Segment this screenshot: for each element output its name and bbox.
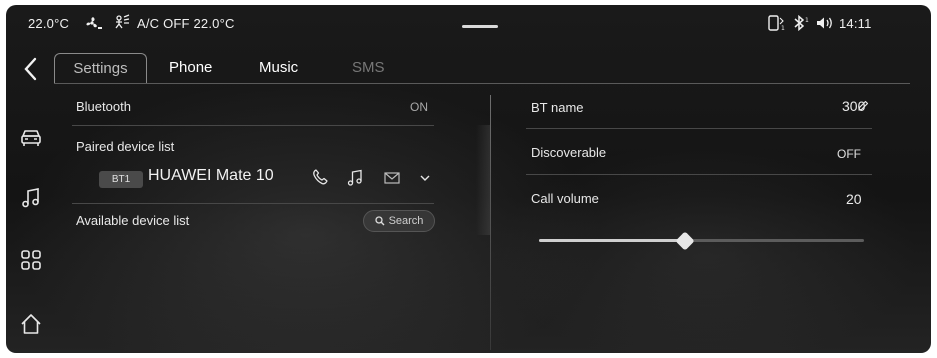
divider xyxy=(526,174,872,175)
call-volume-slider[interactable] xyxy=(539,231,864,251)
chevron-left-icon xyxy=(24,57,37,81)
bt-name-label: BT name xyxy=(531,100,584,115)
bluetooth-icon: 1 xyxy=(794,15,809,31)
tab-music[interactable]: Music xyxy=(259,53,298,83)
bluetooth-toggle[interactable]: ON xyxy=(410,100,428,114)
tab-divider xyxy=(54,83,910,84)
divider xyxy=(72,203,434,204)
search-label: Search xyxy=(388,215,424,227)
bluetooth-label: Bluetooth xyxy=(76,99,131,114)
message-icon[interactable] xyxy=(384,172,400,184)
divider xyxy=(72,125,434,126)
phone-signal-icon: 1 xyxy=(768,15,785,31)
cabin-temperature[interactable]: 22.0°C xyxy=(28,16,69,31)
divider xyxy=(526,128,872,129)
call-volume-value: 20 xyxy=(846,191,862,207)
tab-phone[interactable]: Phone xyxy=(169,53,212,83)
pull-down-handle[interactable] xyxy=(462,25,498,28)
call-volume-label: Call volume xyxy=(531,191,599,206)
panel-separator xyxy=(490,95,491,350)
chevron-down-icon[interactable] xyxy=(419,173,431,183)
ac-airflow-icon[interactable] xyxy=(113,13,131,31)
music-note-icon[interactable] xyxy=(20,187,42,209)
phone-icon[interactable] xyxy=(311,168,329,186)
back-button[interactable] xyxy=(18,55,44,83)
tab-settings[interactable]: Settings xyxy=(54,53,147,83)
paired-device-list-label: Paired device list xyxy=(76,139,175,154)
fan-icon[interactable] xyxy=(85,15,103,31)
tab-sms[interactable]: SMS xyxy=(352,53,385,83)
status-bar: 22.0°C A/C OFF 22.0°C 1 1 14:11 xyxy=(6,5,931,43)
edit-pencil-icon[interactable] xyxy=(857,100,869,112)
panel-separator-glow xyxy=(476,125,490,235)
search-icon xyxy=(374,216,385,226)
svg-text:1: 1 xyxy=(805,17,809,24)
discoverable-toggle[interactable]: OFF xyxy=(837,147,861,161)
clock: 14:11 xyxy=(839,16,872,31)
paired-device-name[interactable]: HUAWEI Mate 10 xyxy=(148,167,274,185)
infotainment-screen: 22.0°C A/C OFF 22.0°C 1 1 14:11 Settings… xyxy=(6,5,931,353)
apps-grid-icon[interactable] xyxy=(20,249,42,271)
volume-icon xyxy=(817,17,832,29)
car-icon[interactable] xyxy=(20,127,42,149)
search-button[interactable]: Search xyxy=(363,210,435,232)
discoverable-label: Discoverable xyxy=(531,145,607,160)
svg-text:1: 1 xyxy=(781,25,785,31)
slider-fill xyxy=(539,239,685,242)
ac-status[interactable]: A/C OFF 22.0°C xyxy=(137,16,235,31)
home-icon[interactable] xyxy=(20,313,42,335)
device-slot-badge: BT1 xyxy=(99,171,143,188)
available-device-list-label: Available device list xyxy=(76,213,190,228)
music-note-icon[interactable] xyxy=(347,169,363,186)
slider-thumb[interactable] xyxy=(675,231,695,251)
